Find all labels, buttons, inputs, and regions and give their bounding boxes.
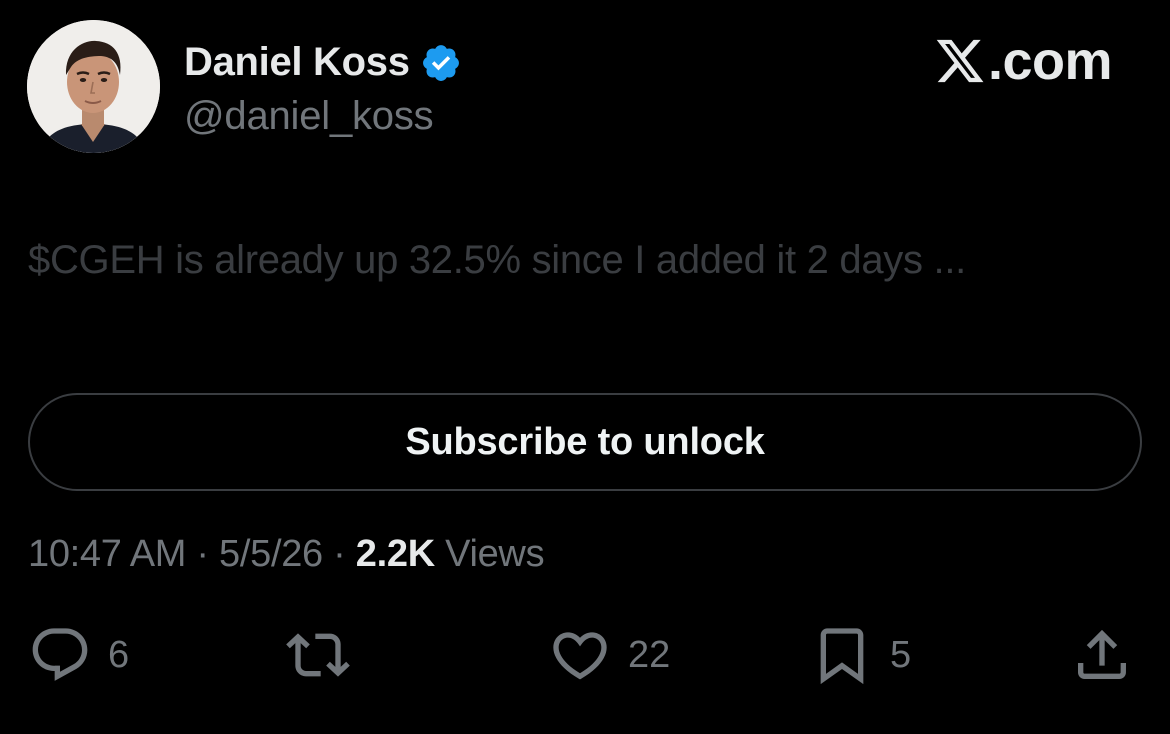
avatar[interactable] <box>27 20 160 153</box>
views-count: 2.2K <box>355 533 435 575</box>
meta-separator: · <box>322 533 356 575</box>
like-button[interactable]: 22 <box>548 623 670 687</box>
brand-text: .com <box>987 31 1113 91</box>
share-icon <box>1078 629 1126 679</box>
display-name[interactable]: Daniel Koss <box>184 38 410 86</box>
author-handle[interactable]: @daniel_koss <box>184 92 434 140</box>
subscribe-button[interactable]: Subscribe to unlock <box>28 393 1142 491</box>
views-label: Views <box>434 533 545 575</box>
share-button[interactable] <box>1070 623 1150 687</box>
tweet-card: Daniel Koss @daniel_koss .com $CGEH is a… <box>0 0 1170 734</box>
heart-icon <box>553 632 607 680</box>
verified-badge-icon <box>422 45 459 81</box>
reply-icon <box>32 628 88 681</box>
tweet-time[interactable]: 10:47 AM <box>28 533 186 575</box>
x-logo-icon <box>936 39 984 83</box>
subscribe-button-label: Subscribe to unlock <box>405 420 765 463</box>
repost-button[interactable] <box>286 623 366 687</box>
reply-count: 6 <box>108 634 130 676</box>
tweet-text: $CGEH is already up 32.5% since I added … <box>28 238 966 282</box>
bookmark-button[interactable]: 5 <box>810 623 911 687</box>
tweet-date[interactable]: 5/5/26 <box>219 533 323 575</box>
brand-mark: .com <box>934 30 1113 92</box>
meta-separator: · <box>186 533 220 575</box>
bookmark-count: 5 <box>890 634 912 676</box>
profile-photo-icon <box>27 20 160 153</box>
repost-icon <box>286 633 350 677</box>
bookmark-icon <box>820 628 864 685</box>
like-count: 22 <box>628 634 671 676</box>
tweet-meta: 10:47 AM · 5/5/26 · 2.2K Views <box>28 530 545 578</box>
author-name-row: Daniel Koss <box>184 38 462 86</box>
reply-button[interactable]: 6 <box>28 623 129 687</box>
